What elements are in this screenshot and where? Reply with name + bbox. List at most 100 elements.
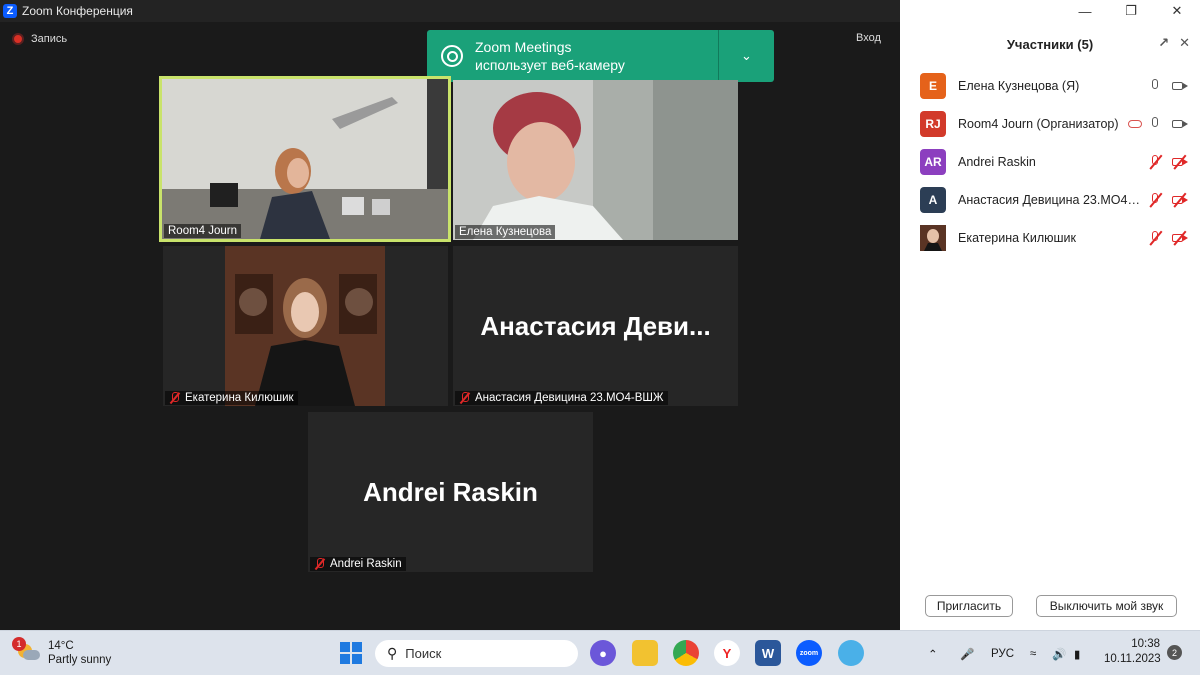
volume-icon[interactable]: 🔊: [1052, 631, 1066, 675]
battery-icon[interactable]: ▮: [1074, 631, 1080, 675]
chrome-icon[interactable]: [673, 640, 699, 666]
mic-muted-icon: [459, 392, 471, 404]
mute-me-button[interactable]: Выключить мой звук: [1036, 595, 1177, 617]
tile-bigname-andrei: Andrei Raskin: [363, 476, 538, 507]
yandex-icon[interactable]: Y: [714, 640, 740, 666]
partly-sunny-icon: 1: [12, 637, 40, 662]
toast-message: использует веб-камеру: [475, 57, 625, 73]
participant-row[interactable]: E Елена Кузнецова (Я): [920, 72, 1190, 100]
participant-name: Room4 Journ (Организатор): [958, 117, 1119, 131]
close-panel-icon[interactable]: ✕: [1179, 35, 1190, 51]
window-titlebar: Z Zoom Конференция: [0, 0, 900, 22]
search-icon: ⚲: [387, 645, 398, 661]
video-tile-ekaterina[interactable]: Екатерина Килюшик: [163, 246, 448, 406]
video-tile-andrei[interactable]: Andrei Raskin Andrei Raskin: [308, 412, 593, 572]
mic-muted-icon: [314, 558, 326, 570]
participant-name: Анастасия Девицина 23.МО4-ВШЖ: [958, 193, 1142, 207]
webcam-icon: [441, 45, 463, 67]
tile-name-andrei: Andrei Raskin: [310, 557, 406, 571]
weather-badge: 1: [12, 637, 26, 651]
video-off-icon[interactable]: [1170, 192, 1190, 208]
participant-row[interactable]: RJ Room4 Journ (Организатор): [920, 110, 1190, 138]
windows-taskbar: 1 14°C Partly sunny ⚲ Поиск ● Y W zoom ⌃…: [0, 630, 1200, 675]
webcam-notification[interactable]: Zoom Meetings использует веб-камеру ⌄: [427, 30, 774, 82]
video-feed-ekaterina: [225, 246, 385, 406]
input-language[interactable]: РУС: [991, 631, 1014, 675]
participant-name: Екатерина Килюшик: [958, 231, 1076, 245]
video-tile-anastasia[interactable]: Анастасия Деви... Анастасия Девицина 23.…: [453, 246, 738, 406]
start-icon[interactable]: [338, 640, 364, 666]
weather-widget[interactable]: 1 14°C Partly sunny: [12, 637, 112, 667]
mic-icon[interactable]: [1146, 116, 1166, 132]
avatar: A: [920, 187, 946, 213]
participant-row[interactable]: AR Andrei Raskin: [920, 148, 1190, 176]
video-tile-elena[interactable]: Елена Кузнецова: [453, 80, 738, 240]
invite-button[interactable]: Пригласить: [925, 595, 1013, 617]
tile-label-andrei: Andrei Raskin: [330, 558, 402, 570]
participants-title: Участники (5): [1006, 36, 1094, 52]
participants-panel: Участники (5) ↗ ✕ E Елена Кузнецова (Я) …: [900, 22, 1200, 630]
notification-badge[interactable]: 2: [1167, 645, 1182, 660]
teams-chat-icon[interactable]: ●: [590, 640, 616, 666]
record-label: Запись: [31, 33, 68, 45]
popout-icon[interactable]: ↗: [1158, 35, 1169, 51]
tile-name-elena: Елена Кузнецова: [455, 225, 556, 239]
exit-button[interactable]: Вход: [856, 32, 881, 44]
video-stage: Запись Вход Zoom Meetings использует веб…: [0, 22, 900, 630]
window-title: Zoom Конференция: [22, 4, 133, 18]
minimize-icon: —: [1078, 3, 1092, 19]
file-explorer-icon[interactable]: [632, 640, 658, 666]
system-clock[interactable]: 10:38 10.11.2023: [1104, 637, 1161, 667]
chevron-down-icon[interactable]: ⌄: [719, 48, 774, 64]
search-placeholder: Поиск: [405, 646, 442, 661]
clock-time: 10:38: [1131, 638, 1160, 650]
microphone-icon[interactable]: 🎤: [960, 631, 974, 675]
mic-muted-icon: [169, 392, 181, 404]
avatar: E: [920, 73, 946, 99]
zoom-taskbar-icon[interactable]: zoom: [796, 640, 822, 666]
word-icon[interactable]: W: [755, 640, 781, 666]
zoom-logo-icon: Z: [3, 4, 17, 18]
record-icon: [12, 33, 24, 45]
mic-muted-icon[interactable]: [1146, 230, 1166, 246]
tile-name-anastasia: Анастасия Девицина 23.МО4-ВШЖ: [455, 391, 668, 405]
cloud-recording-icon: [1128, 120, 1142, 128]
video-camera-icon[interactable]: [1170, 116, 1190, 132]
participants-header: Участники (5) ↗ ✕: [900, 22, 1200, 66]
video-camera-icon[interactable]: [1170, 78, 1190, 94]
tile-label-anastasia: Анастасия Девицина 23.МО4-ВШЖ: [475, 392, 664, 404]
mic-muted-icon[interactable]: [1146, 154, 1166, 170]
tile-label-ekaterina: Екатерина Килюшик: [185, 392, 294, 404]
taskbar-search[interactable]: ⚲ Поиск: [375, 640, 578, 667]
tile-name-room4: Room4 Journ: [164, 224, 242, 238]
video-off-icon[interactable]: [1170, 154, 1190, 170]
restore-icon: ❐: [1125, 3, 1137, 18]
video-tile-room4[interactable]: Room4 Journ: [159, 76, 451, 242]
video-off-icon[interactable]: [1170, 230, 1190, 246]
weather-condition: Partly sunny: [48, 654, 112, 666]
restore-button[interactable]: ❐: [1108, 0, 1154, 22]
window-controls: — ❐ ✕: [900, 0, 1200, 22]
avatar: RJ: [920, 111, 946, 137]
participant-name: Andrei Raskin: [958, 155, 1036, 169]
close-icon: ✕: [1171, 3, 1183, 18]
video-feed-elena: [453, 80, 738, 240]
weather-temp: 14°C: [48, 640, 74, 652]
clock-date: 10.11.2023: [1104, 653, 1161, 665]
avatar: AR: [920, 149, 946, 175]
participant-name: Елена Кузнецова (Я): [958, 79, 1080, 93]
tile-name-ekaterina: Екатерина Килюшик: [165, 391, 298, 405]
show-hidden-icons[interactable]: ⌃: [928, 631, 938, 675]
mic-muted-icon[interactable]: [1146, 192, 1166, 208]
paint-icon[interactable]: [838, 640, 864, 666]
tile-bigname-anastasia: Анастасия Деви...: [480, 310, 711, 341]
participant-row[interactable]: Екатерина Килюшик: [920, 224, 1190, 252]
wifi-icon[interactable]: ≈: [1030, 631, 1036, 675]
minimize-button[interactable]: —: [1062, 0, 1108, 22]
participant-row[interactable]: A Анастасия Девицина 23.МО4-ВШЖ: [920, 186, 1190, 214]
mic-icon[interactable]: [1146, 78, 1166, 94]
close-window-button[interactable]: ✕: [1154, 0, 1200, 22]
recording-indicator[interactable]: Запись: [12, 33, 67, 45]
avatar-photo: [920, 225, 946, 251]
video-feed-room4: [162, 79, 448, 239]
